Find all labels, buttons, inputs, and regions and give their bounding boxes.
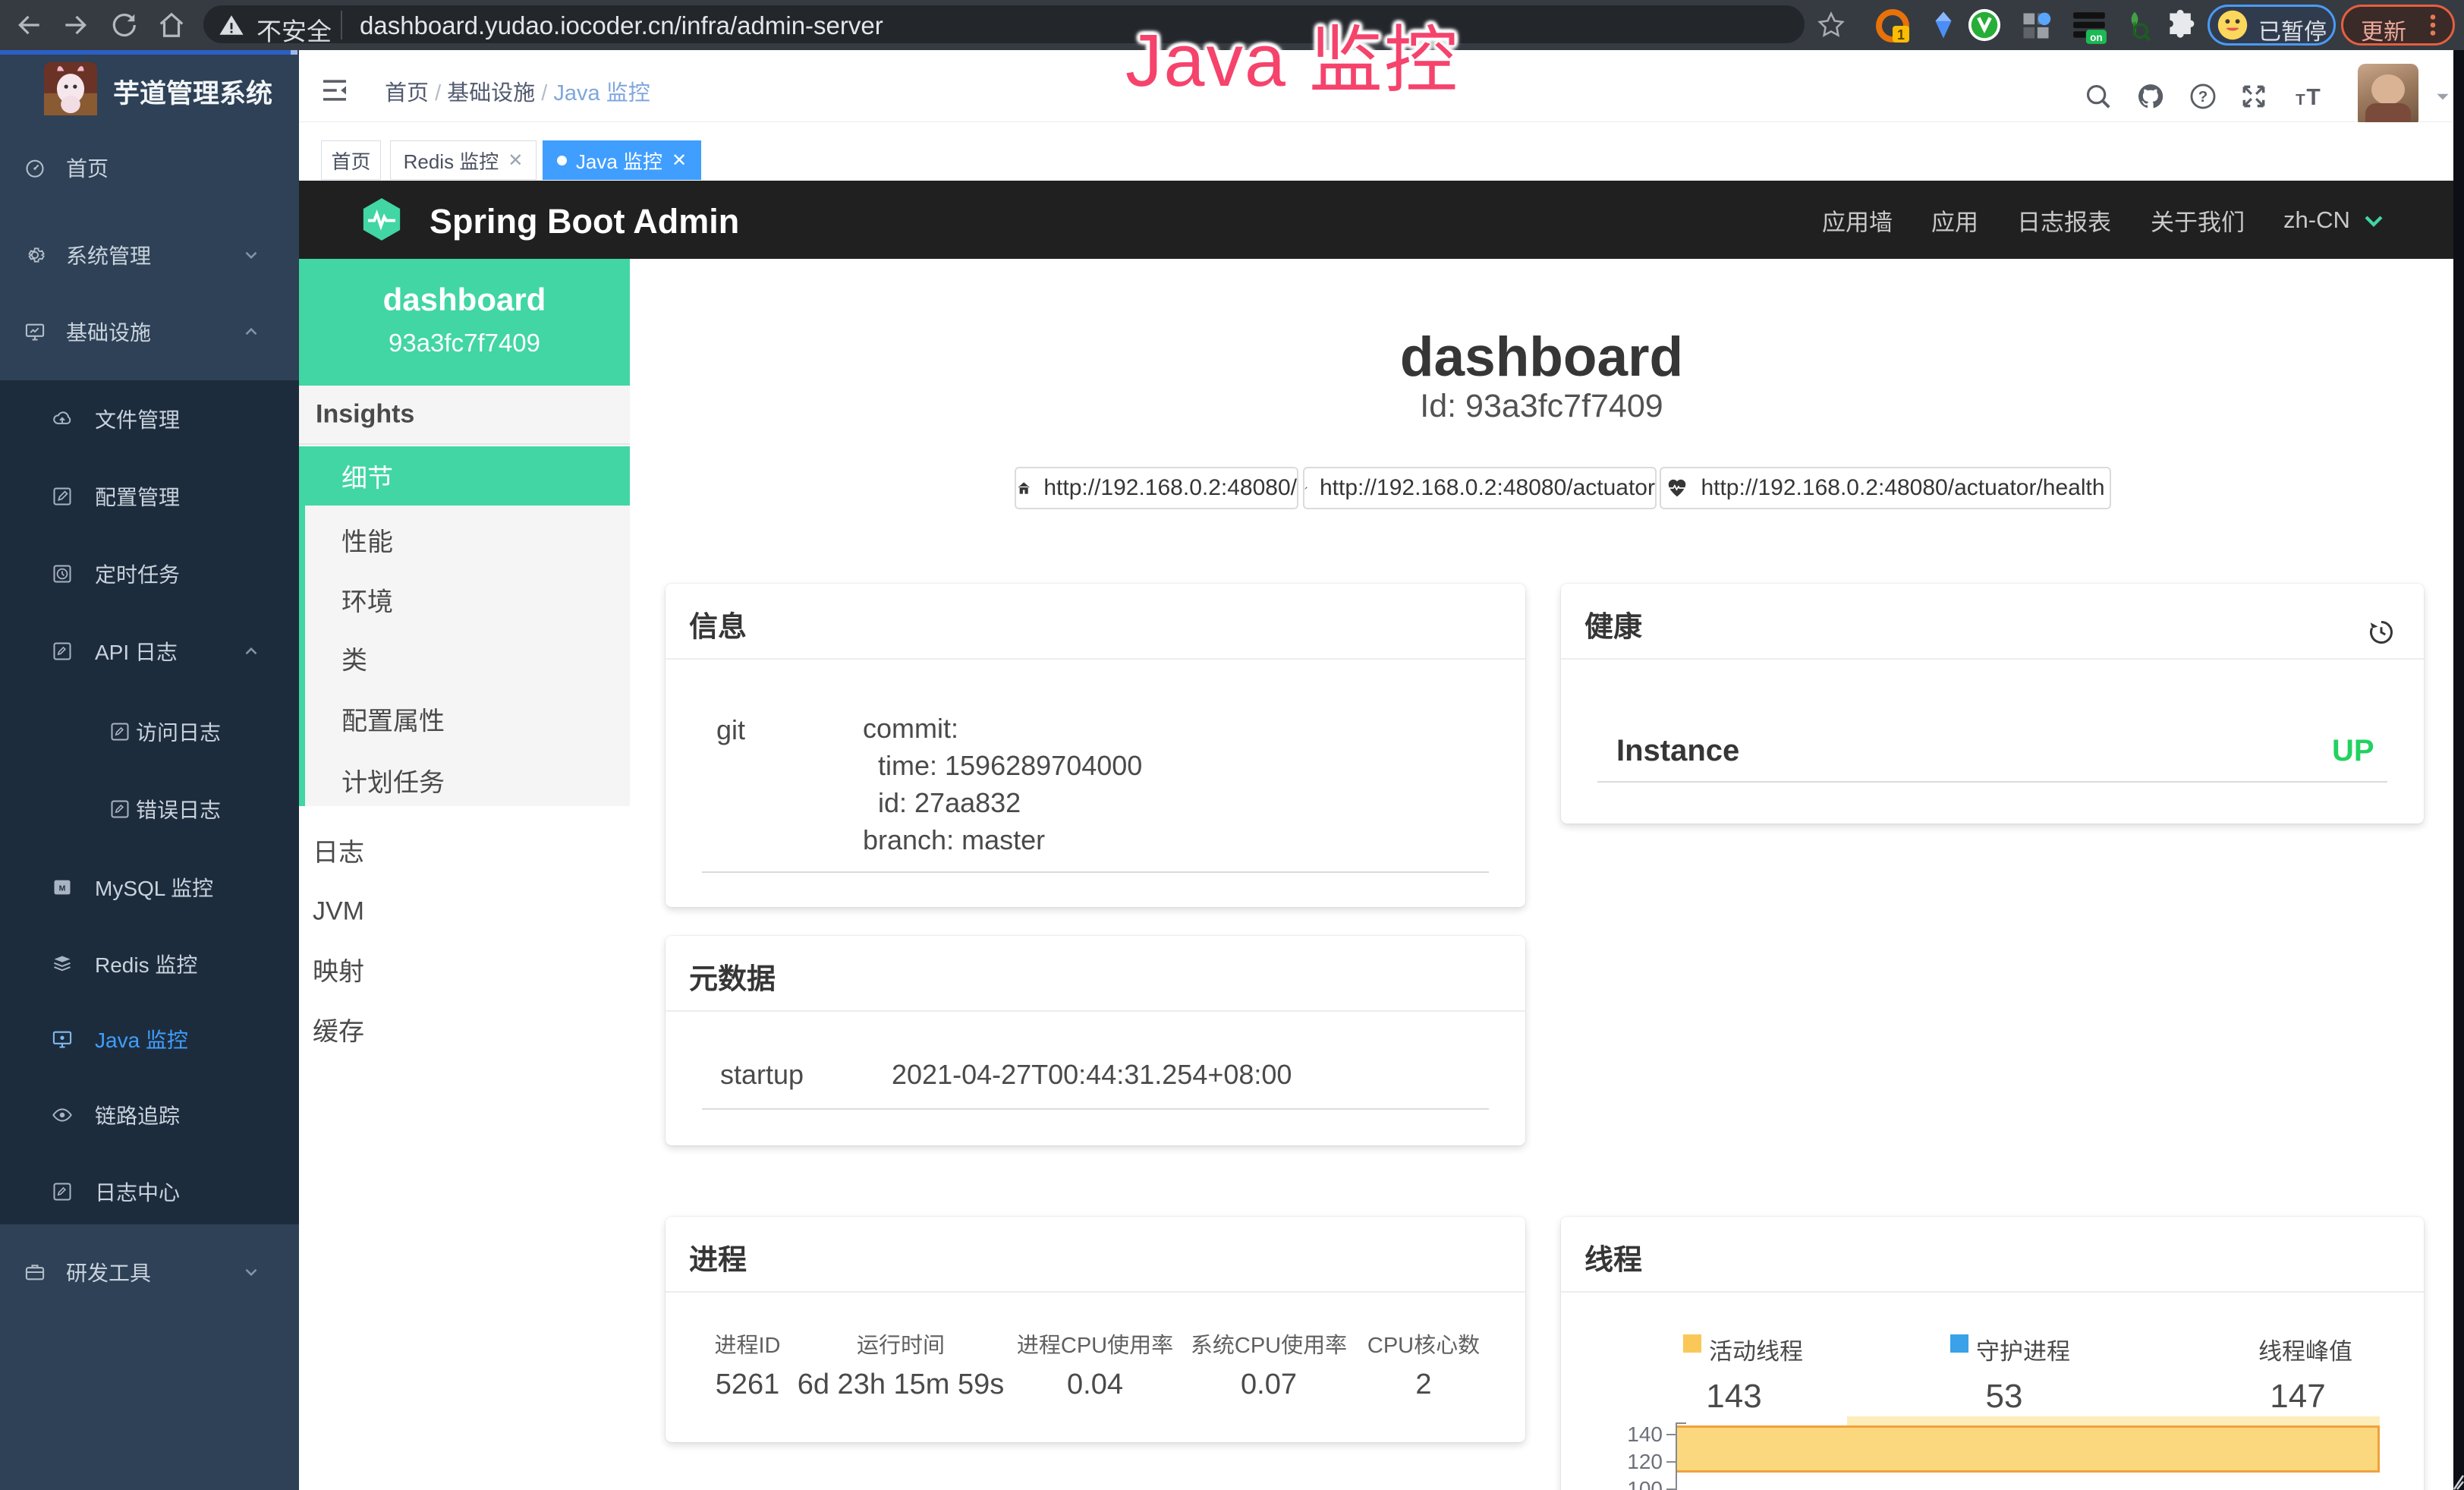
svg-text:?: ? xyxy=(2198,88,2208,106)
svg-text:T: T xyxy=(2306,85,2321,110)
svg-text:on: on xyxy=(2090,32,2103,43)
svg-text:1: 1 xyxy=(1897,27,1905,43)
svg-text:T: T xyxy=(2296,91,2305,109)
svg-text:M: M xyxy=(59,884,66,893)
